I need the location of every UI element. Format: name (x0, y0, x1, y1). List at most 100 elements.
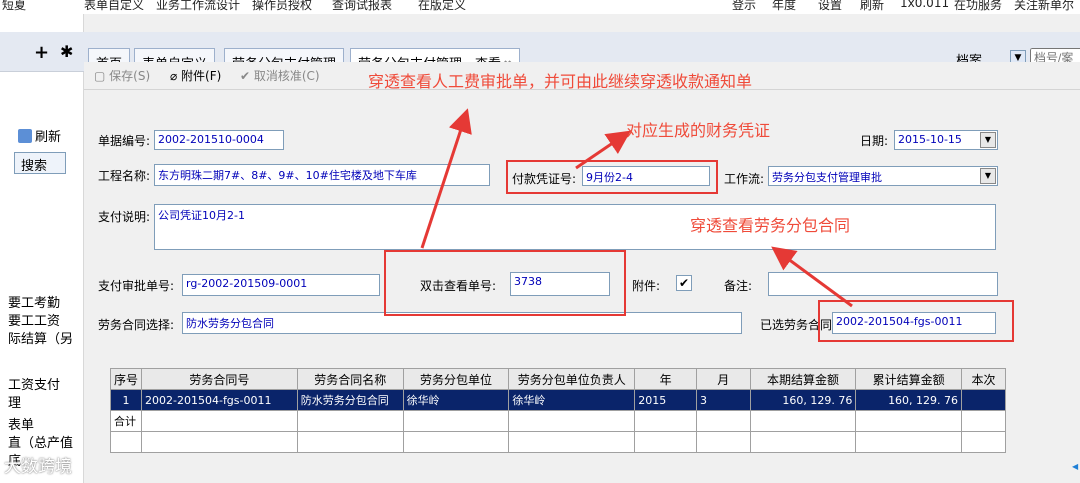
doc-no-label: 单据编号: (98, 134, 151, 148)
menu-item[interactable]: 在版定义 (418, 0, 466, 13)
grid-header[interactable]: 累计结算金额 (855, 368, 963, 390)
sidebar-item[interactable]: 理 (8, 392, 21, 411)
grid-header[interactable]: 本次 (961, 368, 1006, 390)
menu-item[interactable]: 表单自定义 (84, 0, 144, 13)
watermark: 大数跨境 (4, 457, 72, 477)
chevron-down-icon[interactable]: ▼ (980, 132, 996, 148)
grid-cell (141, 410, 298, 432)
sidebar-item[interactable]: 表单 (8, 414, 34, 433)
save-label: 保存(S) (109, 69, 151, 83)
attachment-flag-label: 附件: (632, 279, 661, 293)
grid-header[interactable]: 劳务分包单位 (402, 368, 510, 390)
menu-item[interactable]: 在功服务 (954, 0, 1002, 13)
grid-header[interactable]: 序号 (109, 368, 143, 390)
menu-item[interactable]: 关注新单尔 (1014, 0, 1074, 13)
grid-cell (508, 410, 636, 432)
project-label: 工程名称: (98, 169, 151, 183)
grid-cell: 160, 129. 76 (855, 389, 963, 411)
grid-cell (961, 410, 1006, 432)
date-field[interactable]: 2015-10-15 ▼ (894, 130, 998, 150)
contract-grid: 序号 劳务合同号 劳务合同名称 劳务分包单位 劳务分包单位负责人 年 月 本期结… (109, 368, 1006, 453)
menu-item[interactable]: 短夏 (2, 0, 26, 13)
grid-cell (141, 431, 298, 453)
pin-icon[interactable]: ✱ (60, 42, 73, 61)
grid-cell (508, 431, 636, 453)
grid-cell: 160, 129. 76 (749, 389, 857, 411)
grid-header[interactable]: 本期结算金额 (749, 368, 857, 390)
menu-item[interactable]: 1x0.011 (900, 0, 949, 10)
cancel-approval-label: 取消核准(C) (253, 69, 320, 83)
project-field[interactable]: 东方明珠二期7#、8#、9#、10#住宅楼及地下车库 (154, 164, 490, 186)
grid-cell (855, 410, 963, 432)
menu-item[interactable]: 操作员授权 (252, 0, 312, 13)
grid-header[interactable]: 劳务合同名称 (296, 368, 404, 390)
grid-header[interactable]: 劳务合同号 (141, 368, 298, 390)
sidebar-item[interactable]: 际结算（另 (8, 328, 73, 347)
annotation-top: 穿透查看人工费审批单，并可由此继续穿透收款通知单 (368, 72, 753, 91)
menu-item[interactable]: 刷新 (860, 0, 884, 13)
sidebar: + ✱ 刷新 搜索 要工考勤 要工工资 际结算（另 工资支付 理 表单 直（总产… (0, 14, 84, 483)
total-label: 合计 (109, 410, 143, 432)
search-button[interactable]: 搜索 (14, 152, 66, 174)
approval-field[interactable]: rg-2002-201509-0001 (182, 274, 380, 296)
attachment-label: 附件(F) (181, 69, 222, 83)
menu-item[interactable]: 业务工作流设计 (156, 0, 240, 13)
save-button[interactable]: ▢ 保存(S) (94, 67, 150, 84)
chevron-down-icon[interactable]: ▼ (980, 168, 996, 184)
grid-header[interactable]: 月 (695, 368, 751, 390)
grid-cell (296, 431, 404, 453)
attachment-button[interactable]: ⌀ 附件(F) (170, 67, 221, 84)
grid-cell (402, 410, 510, 432)
note-field[interactable] (768, 272, 998, 296)
menu-item[interactable]: 登示 (732, 0, 756, 13)
approval-label: 支付审批单号: (98, 279, 175, 293)
grid-cell (749, 431, 857, 453)
grid-header[interactable]: 劳务分包单位负责人 (508, 368, 636, 390)
empty-row (109, 431, 1006, 453)
add-icon[interactable]: + (34, 42, 49, 63)
sidebar-item[interactable]: 要工工资 (8, 310, 60, 329)
grid-cell (634, 410, 697, 432)
total-row: 合计 (109, 410, 1006, 432)
grid-cell: 徐华岭 (402, 389, 510, 411)
grid-header-row: 序号 劳务合同号 劳务合同名称 劳务分包单位 劳务分包单位负责人 年 月 本期结… (109, 368, 1006, 390)
sidebar-item[interactable]: 要工考勤 (8, 292, 60, 311)
grid-cell (961, 389, 1006, 411)
sidebar-header: + ✱ (0, 32, 84, 72)
desc-label: 支付说明: (98, 210, 151, 224)
refresh-button[interactable]: 刷新 (18, 126, 61, 145)
grid-cell (634, 431, 697, 453)
contract-highlight-box (818, 300, 1014, 342)
annotation-contract: 穿透查看劳务分包合同 (690, 216, 851, 235)
voucher-highlight-box (506, 160, 718, 194)
annotation-voucher: 对应生成的财务凭证 (626, 121, 771, 140)
scroll-right-icon[interactable]: ◀ (1072, 462, 1078, 471)
grid-cell (296, 410, 404, 432)
dbl-view-highlight-box (384, 250, 626, 316)
grid-cell: 3 (695, 389, 751, 411)
menu-item[interactable]: 年度 (772, 0, 796, 13)
refresh-icon (18, 129, 32, 143)
doc-no-field[interactable]: 2002-201510-0004 (154, 130, 284, 150)
desc-textarea[interactable]: 公司凭证10月2-1 (154, 204, 996, 250)
grid-cell (109, 431, 143, 453)
attachment-checkbox[interactable]: ✔ (676, 275, 692, 291)
grid-header[interactable]: 年 (634, 368, 697, 390)
date-label: 日期: (860, 134, 889, 148)
workflow-label: 工作流: (724, 172, 765, 186)
grid-cell (695, 410, 751, 432)
main-panel: 首页 表单自定义 劳务分包支付管理 劳务分包支付管理 - 查看✖ 档案 ▼ ▢ … (84, 14, 1080, 483)
workflow-value: 劳务分包支付管理审批 (772, 171, 882, 184)
grid-cell (961, 431, 1006, 453)
cancel-approval-button[interactable]: ✔ 取消核准(C) (240, 67, 320, 84)
grid-cell: 1 (109, 389, 143, 411)
sidebar-item[interactable]: 直（总产值 (8, 432, 73, 451)
table-row[interactable]: 1 2002-201504-fgs-0011 防水劳务分包合同 徐华岭 徐华岭 … (109, 389, 1006, 411)
menu-item[interactable]: 查询试报表 (332, 0, 392, 13)
grid-cell (855, 431, 963, 453)
sidebar-item[interactable]: 工资支付 (8, 374, 60, 393)
workflow-select[interactable]: 劳务分包支付管理审批 ▼ (768, 166, 998, 186)
grid-cell: 防水劳务分包合同 (296, 389, 404, 411)
menu-item[interactable]: 设置 (818, 0, 842, 13)
date-value: 2015-10-15 (898, 133, 962, 146)
